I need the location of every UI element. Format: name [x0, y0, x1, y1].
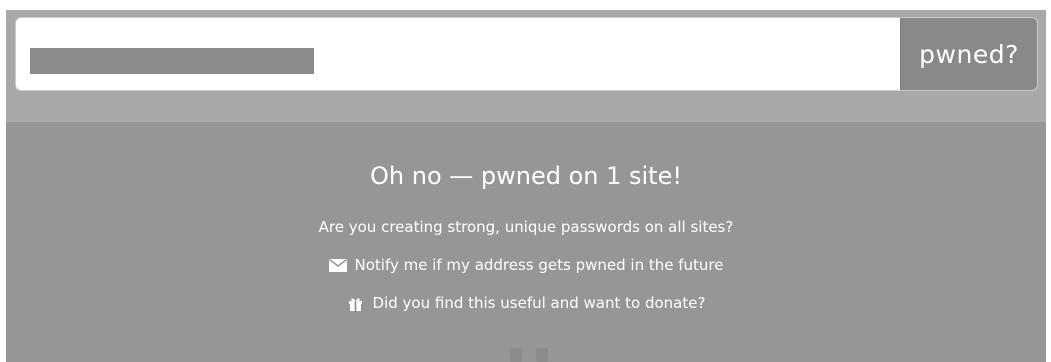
- redacted-email-value: [30, 48, 314, 74]
- partial-share-icons: [506, 342, 566, 362]
- donate-text: Did you find this useful and want to don…: [372, 294, 706, 312]
- partial-icon: [536, 348, 548, 362]
- result-title: Oh no — pwned on 1 site!: [370, 162, 682, 190]
- envelope-icon: [328, 257, 347, 273]
- donate-link[interactable]: Did you find this useful and want to don…: [6, 294, 1046, 312]
- page-frame: pwned? Oh no — pwned on 1 site! Are you …: [6, 10, 1046, 362]
- gift-icon: [347, 295, 365, 311]
- search-box: pwned?: [15, 17, 1038, 91]
- pwned-button[interactable]: pwned?: [900, 18, 1037, 90]
- partial-icon: [510, 348, 522, 362]
- password-advice-link[interactable]: Are you creating strong, unique password…: [6, 218, 1046, 236]
- search-strip: pwned?: [6, 10, 1046, 123]
- notify-me-text: Notify me if my address gets pwned in th…: [354, 256, 724, 274]
- notify-me-link[interactable]: Notify me if my address gets pwned in th…: [6, 256, 1046, 274]
- result-panel: Oh no — pwned on 1 site! Are you creatin…: [6, 122, 1046, 362]
- password-advice-text: Are you creating strong, unique password…: [318, 218, 734, 236]
